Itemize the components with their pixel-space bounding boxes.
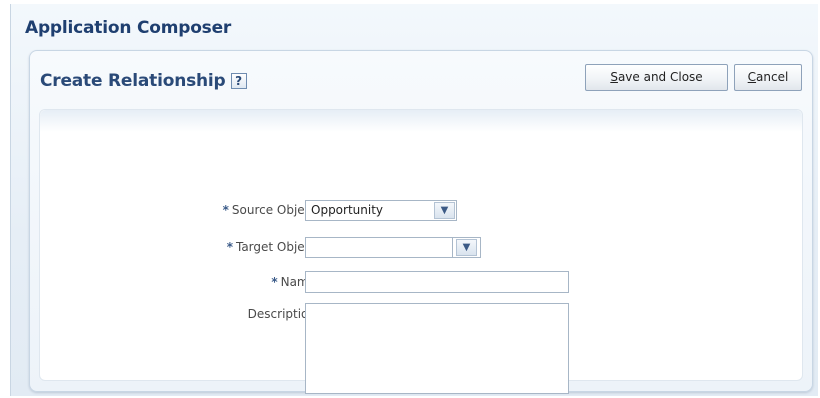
- save-and-close-button[interactable]: Save and Close: [585, 64, 728, 91]
- chevron-down-icon[interactable]: ▼: [456, 239, 477, 256]
- app-frame: Application Composer Create Relationship…: [10, 4, 818, 396]
- form-panel: * Source Object Opportunity ▼ * Target Obj…: [39, 109, 803, 394]
- source-object-label-row: * Source Object: [223, 203, 316, 217]
- chevron-down-icon[interactable]: ▼: [434, 202, 455, 219]
- save-and-close-label: ave and Close: [617, 70, 703, 84]
- source-object-label: Source Object: [231, 203, 316, 217]
- required-marker: *: [271, 275, 278, 289]
- source-object-value: Opportunity: [311, 203, 384, 217]
- dialog-title: Create Relationship: [40, 71, 226, 91]
- target-object-select[interactable]: ▼: [305, 237, 481, 258]
- dialog-title-row: Create Relationship ?: [40, 71, 247, 91]
- description-textarea[interactable]: [305, 303, 569, 394]
- help-icon[interactable]: ?: [230, 73, 247, 89]
- target-object-label: Target Object: [235, 240, 316, 254]
- save-and-close-access-key: S: [610, 70, 618, 84]
- name-input[interactable]: [305, 271, 569, 293]
- required-marker: *: [226, 240, 233, 254]
- target-object-field[interactable]: [306, 238, 453, 257]
- source-object-select[interactable]: Opportunity ▼: [305, 200, 457, 221]
- cancel-label: ancel: [756, 70, 789, 84]
- target-object-label-row: * Target Object: [227, 240, 316, 254]
- required-marker: *: [222, 203, 229, 217]
- cancel-access-key: C: [747, 70, 757, 84]
- app-title: Application Composer: [25, 18, 232, 38]
- cancel-button[interactable]: Cancel: [734, 64, 802, 91]
- create-relationship-dialog: Create Relationship ? Save and Close Can…: [29, 50, 813, 394]
